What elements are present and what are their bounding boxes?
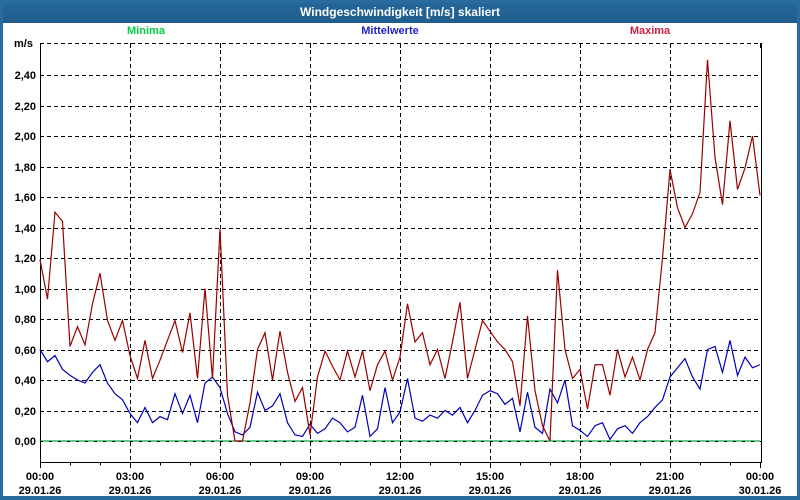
x-tick-time-label: 15:00 <box>476 471 504 483</box>
y-tick-label: 1,60 <box>15 192 36 204</box>
x-tick-time-label: 00:00 <box>746 471 774 483</box>
x-tick-date-label: 29.01.26 <box>199 485 242 497</box>
x-tick-date-label: 29.01.26 <box>469 485 512 497</box>
x-tick-date-label: 29.01.26 <box>289 485 332 497</box>
x-tick-time-label: 06:00 <box>206 471 234 483</box>
y-tick-label: 0,20 <box>15 406 36 418</box>
wind-speed-chart: 0,00 0,20 0,40 0,60 0,80 1,00 1,20 1,40 1,60 1,80… <box>14 38 782 497</box>
x-tick-date-label: 29.01.26 <box>649 485 692 497</box>
x-tick-date-label: 30.01.26 <box>739 485 782 497</box>
x-tick-time-label: 03:00 <box>116 471 144 483</box>
y-tick-label: 0,00 <box>15 436 36 448</box>
y-tick-label: 1,80 <box>15 162 36 174</box>
y-tick-label: 1,40 <box>15 223 36 235</box>
title-bar: Windgeschwindigkeit [m/s] skaliert <box>0 0 800 23</box>
y-axis-unit-label: m/s <box>14 38 33 50</box>
x-tick-time-label: 18:00 <box>566 471 594 483</box>
x-tick-date-label: 29.01.26 <box>19 485 62 497</box>
y-tick-label: 1,20 <box>15 253 36 265</box>
y-tick-label: 0,80 <box>15 314 36 326</box>
y-tick-label: 2,40 <box>15 70 36 82</box>
y-tick-label: 0,60 <box>15 345 36 357</box>
y-tick-label: 0,40 <box>15 375 36 387</box>
y-tick-label: 2,00 <box>15 131 36 143</box>
app-window: 0,00 0,20 0,40 0,60 0,80 1,00 1,20 1,40 1,60 1,80… <box>0 0 800 500</box>
window-title: Windgeschwindigkeit [m/s] skaliert <box>300 4 500 19</box>
y-tick-label: 1,00 <box>15 284 36 296</box>
x-tick-date-label: 29.01.26 <box>559 485 602 497</box>
x-tick-date-label: 29.01.26 <box>379 485 422 497</box>
y-tick-label: 2,20 <box>15 101 36 113</box>
x-tick-time-label: 09:00 <box>296 471 324 483</box>
x-tick-time-label: 21:00 <box>656 471 684 483</box>
x-tick-date-label: 29.01.26 <box>109 485 152 497</box>
x-tick-time-label: 00:00 <box>26 471 54 483</box>
x-tick-time-label: 12:00 <box>386 471 414 483</box>
